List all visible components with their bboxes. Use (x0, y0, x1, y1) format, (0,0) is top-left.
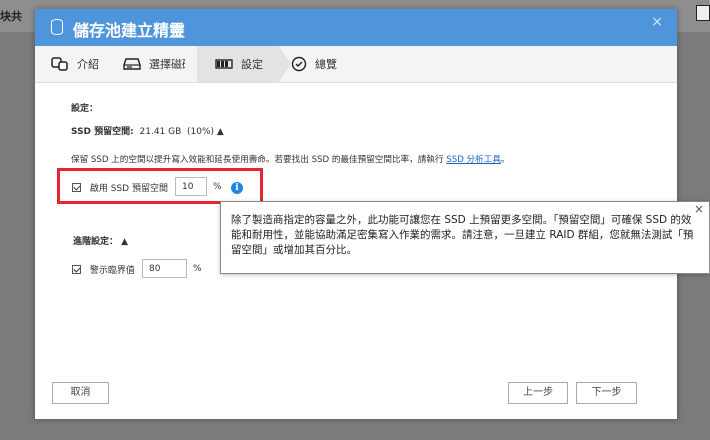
step-separator (279, 46, 291, 82)
reserve-unit: % (213, 182, 222, 192)
settings-icon (215, 59, 233, 69)
description-text: 保留 SSD 上的空間以提升寫入效能和延長使用壽命。若要找出 SSD 的最佳預留… (71, 155, 447, 165)
step-select-disks: 選擇磁碟 (123, 46, 193, 82)
intro-icon (51, 57, 68, 71)
step-label: 總覽 (315, 58, 337, 71)
disk-icon (123, 58, 141, 70)
next-button[interactable]: 下一步 (576, 382, 637, 404)
database-icon (51, 19, 63, 35)
ssd-reserve-toggle[interactable]: ▲ (217, 127, 224, 137)
back-button[interactable]: 上一步 (508, 382, 568, 404)
warning-threshold-row: 警示臨界值 (72, 263, 135, 276)
warning-threshold-input[interactable]: 80 (142, 259, 187, 278)
check-circle-icon (291, 56, 307, 72)
warning-threshold-checkbox[interactable] (72, 265, 81, 274)
step-label: 介紹 (77, 58, 99, 71)
cancel-button[interactable]: 取消 (52, 382, 109, 404)
warning-threshold-unit: % (193, 264, 202, 274)
dialog-title: 儲存池建立精靈 (73, 21, 186, 40)
tooltip-close-icon[interactable]: × (694, 202, 704, 217)
description-end: 。 (500, 155, 510, 165)
ssd-description: 保留 SSD 上的空間以提升寫入效能和延長使用壽命。若要找出 SSD 的最佳預留… (71, 153, 651, 165)
step-label: 設定 (241, 58, 263, 71)
step-summary: 總覽 (291, 46, 337, 82)
step-settings: 設定 (197, 46, 279, 82)
advanced-toggle: ▲ (121, 237, 129, 247)
warning-threshold-label: 警示臨界值 (89, 266, 135, 276)
step-separator (185, 46, 197, 82)
background-checkbox (696, 5, 710, 21)
reserve-percent-input[interactable]: 10 (175, 177, 207, 196)
advanced-settings-heading[interactable]: 進階設定： ▲ (73, 234, 128, 247)
advanced-label: 進階設定： (73, 237, 119, 247)
info-icon[interactable]: i (231, 182, 243, 194)
reserve-tooltip: 除了製造商指定的容量之外，此功能可讓您在 SSD 上預留更多空間。「預留空間」可… (220, 201, 710, 274)
enable-reserve-row: 啟用 SSD 預留空間 (72, 181, 168, 194)
wizard-steps: 介紹 選擇磁碟 設定 總覽 (35, 46, 677, 83)
enable-reserve-checkbox[interactable] (72, 183, 81, 192)
dialog-titlebar: 儲存池建立精靈 × (35, 9, 677, 46)
ssd-reserve-label: SSD 預留空間: (71, 127, 134, 137)
background-label: 块共 (0, 10, 22, 23)
enable-reserve-label: 啟用 SSD 預留空間 (89, 184, 168, 194)
ssd-reserve-value: 21.41 GB (139, 127, 182, 137)
tooltip-text: 除了製造商指定的容量之外，此功能可讓您在 SSD 上預留更多空間。「預留空間」可… (231, 214, 694, 256)
ssd-reserve-percent: (10%) (187, 127, 215, 137)
ssd-reserve-summary: SSD 預留空間: 21.41 GB (10%) ▲ (71, 124, 224, 137)
close-icon[interactable]: × (651, 14, 663, 30)
settings-heading: 設定： (71, 104, 99, 114)
ssd-analysis-link[interactable]: SSD 分析工具 (446, 155, 501, 165)
